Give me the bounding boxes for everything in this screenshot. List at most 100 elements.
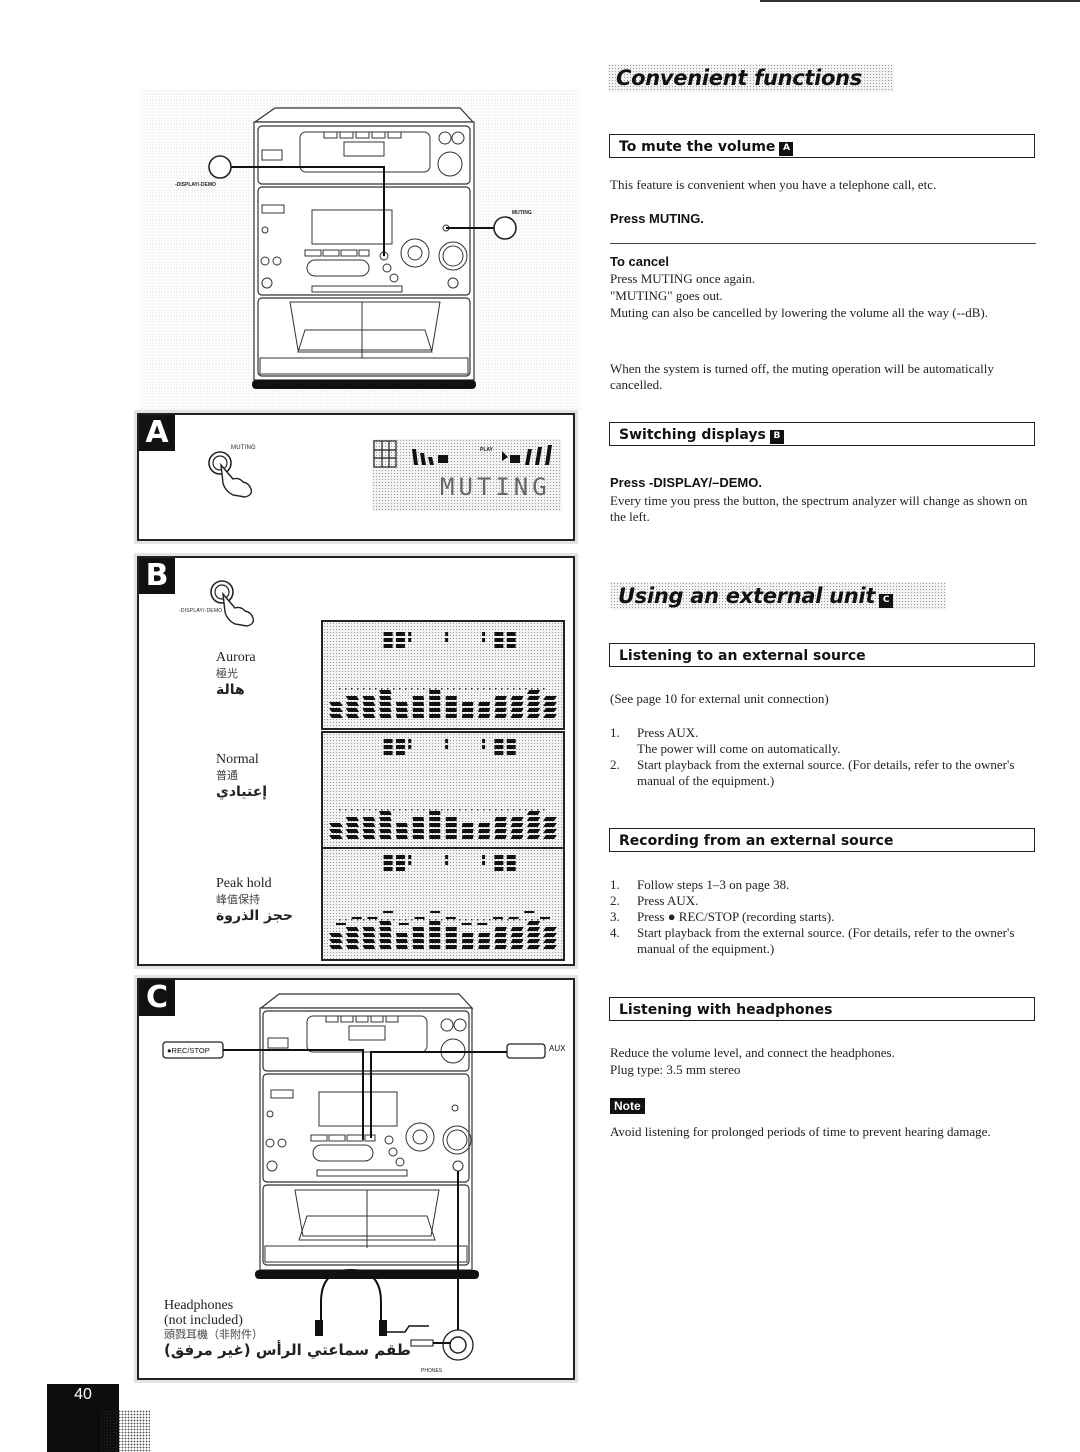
spectrum-bar-segment xyxy=(461,945,474,949)
spectrum-bar-segment xyxy=(445,927,457,931)
spectrum-display-aurora xyxy=(321,620,565,730)
spectrum-scale-dot xyxy=(537,688,539,690)
spectrum-bar-segment xyxy=(379,696,392,700)
note-label: Note xyxy=(610,1098,645,1114)
spectrum-scale-dot xyxy=(477,809,479,811)
spectrum-bar-segment xyxy=(445,714,457,718)
spectrum-bar-segment xyxy=(461,835,474,839)
spectrum-upper-segment xyxy=(395,644,405,648)
spectrum-upper-segment xyxy=(395,751,405,755)
spectrum-bar-segment xyxy=(379,829,392,833)
mode-normal-en: Normal xyxy=(216,752,259,767)
step-number: 1. xyxy=(610,877,620,892)
spectrum-peak-marker xyxy=(492,917,503,919)
spectrum-upper-segment xyxy=(445,855,449,859)
section-title-external-unit: Using an external unit C xyxy=(610,582,946,610)
spectrum-bar-segment xyxy=(510,702,524,706)
spectrum-upper-segment xyxy=(395,638,405,642)
spectrum-scale-dot xyxy=(501,688,503,690)
spectrum-scale-dot xyxy=(411,919,413,921)
spectrum-bar-segment xyxy=(510,945,524,949)
headphones-caption: Headphones (not included) 頭戮耳機（非附件） طقم … xyxy=(164,1298,411,1358)
spectrum-bar-segment xyxy=(345,927,360,931)
spectrum-bar-segment xyxy=(478,939,491,943)
mode-aurora-en: Aurora xyxy=(216,650,256,665)
headphones-caption-en: Headphones xyxy=(164,1298,234,1313)
spectrum-bar-segment xyxy=(445,945,457,949)
spectrum-bar-segment xyxy=(395,702,408,706)
spectrum-scale-dot xyxy=(441,688,443,690)
spectrum-bar-segment xyxy=(543,708,557,712)
spectrum-bar-segment xyxy=(510,823,524,827)
spectrum-bar-segment xyxy=(362,835,376,839)
mode-normal-zh: 普通 xyxy=(216,770,238,782)
spectrum-scale-dot xyxy=(459,809,461,811)
spectrum-scale-dot xyxy=(345,809,347,811)
spectrum-upper-segment xyxy=(494,644,504,648)
step-text: Start playback from the external source.… xyxy=(637,925,1015,956)
spectrum-bar-segment xyxy=(494,817,507,821)
spectrum-bar-segment xyxy=(412,939,425,943)
spectrum-bar-segment xyxy=(478,823,491,827)
spectrum-bar-segment xyxy=(526,714,541,718)
spectrum-scale-dot xyxy=(543,688,545,690)
spectrum-scale-dot xyxy=(417,688,419,690)
spectrum-bar-segment xyxy=(510,708,524,712)
mode-caption-aurora: Aurora 極光 هالة xyxy=(216,650,256,698)
spectrum-upper-segment xyxy=(494,739,504,743)
spectrum-bar-segment xyxy=(412,945,425,949)
spectrum-bar-segment xyxy=(494,702,507,706)
spectrum-scale-dot xyxy=(483,809,485,811)
spectrum-upper-segment xyxy=(408,638,412,642)
mode-peak-hold-zh: 峰值保持 xyxy=(216,894,260,906)
spectrum-upper-segment xyxy=(383,638,393,642)
spectrum-bar-segment xyxy=(510,939,524,943)
spectrum-bar-segment xyxy=(329,933,343,937)
spectrum-upper-segment xyxy=(482,632,486,636)
hand-press-muting-icon xyxy=(208,451,253,498)
spectrum-bar-segment xyxy=(329,702,343,706)
spectrum-bar-segment xyxy=(526,690,541,694)
spectrum-scale-dot xyxy=(405,919,407,921)
spectrum-scale-dot xyxy=(453,919,455,921)
spectrum-scale-dot xyxy=(369,809,371,811)
spectrum-bar-segment xyxy=(329,829,343,833)
spectrum-scale-dot xyxy=(345,688,347,690)
spectrum-bar-segment xyxy=(445,835,457,839)
spectrum-scale-dot xyxy=(375,809,377,811)
spectrum-upper-segment xyxy=(506,751,516,755)
spectrum-upper-segment xyxy=(482,638,486,642)
spectrum-bar-segment xyxy=(478,933,491,937)
spectrum-scale-dot xyxy=(441,919,443,921)
spectrum-upper-segment xyxy=(395,745,405,749)
spectrum-bar-segment xyxy=(412,708,425,712)
spectrum-upper-segment xyxy=(506,632,516,636)
spectrum-bar-segment xyxy=(379,939,392,943)
spectrum-bar-segment xyxy=(510,696,524,700)
spectrum-upper-segment xyxy=(482,745,486,749)
stereo-illustration-top: -DISPLAY/-DEMO MUTING xyxy=(140,90,580,410)
spectrum-bar-segment xyxy=(543,817,557,821)
spectrum-bar-segment xyxy=(429,696,441,700)
badge-c: C xyxy=(879,594,894,608)
spectrum-scale-dot xyxy=(339,809,341,811)
spectrum-bar-segment xyxy=(395,939,408,943)
spectrum-bar-segment xyxy=(345,835,360,839)
spectrum-upper-segment xyxy=(445,861,449,865)
spectrum-peak-marker xyxy=(540,917,550,919)
cancel-line-2: "MUTING" goes out. xyxy=(610,288,723,303)
spectrum-scale-dot xyxy=(525,688,527,690)
spectrum-upper-segment xyxy=(445,739,449,743)
spectrum-bar-segment xyxy=(412,835,425,839)
spectrum-scale-dot xyxy=(495,809,497,811)
mode-peak-hold-ar: حجز الذروة xyxy=(216,908,293,924)
spectrum-bar-segment xyxy=(345,702,360,706)
spectrum-scale-dot xyxy=(399,809,401,811)
spectrum-scale-dot xyxy=(405,688,407,690)
spectrum-bar-segment xyxy=(543,696,557,700)
badge-b: B xyxy=(769,430,784,444)
spectrum-bar-segment xyxy=(510,829,524,833)
spectrum-scale-dot xyxy=(393,809,395,811)
spectrum-bar-segment xyxy=(510,835,524,839)
spectrum-bar-segment xyxy=(543,945,557,949)
